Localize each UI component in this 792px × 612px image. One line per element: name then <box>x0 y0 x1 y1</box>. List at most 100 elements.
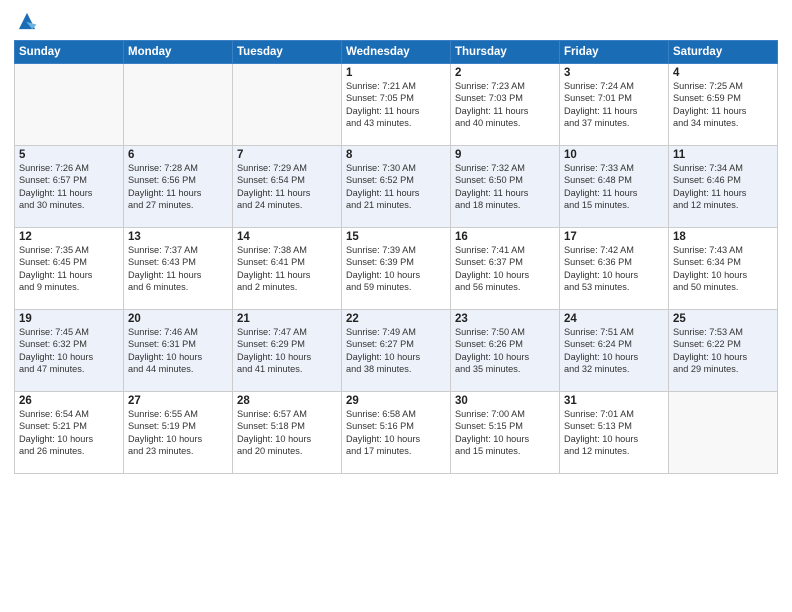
day-info: Sunrise: 7:46 AMSunset: 6:31 PMDaylight:… <box>128 326 228 376</box>
day-info: Sunrise: 7:29 AMSunset: 6:54 PMDaylight:… <box>237 162 337 212</box>
calendar-cell: 3Sunrise: 7:24 AMSunset: 7:01 PMDaylight… <box>560 64 669 146</box>
day-number: 16 <box>455 231 555 243</box>
day-header-wednesday: Wednesday <box>342 41 451 64</box>
calendar-cell: 12Sunrise: 7:35 AMSunset: 6:45 PMDayligh… <box>15 228 124 310</box>
day-info: Sunrise: 7:23 AMSunset: 7:03 PMDaylight:… <box>455 80 555 130</box>
day-number: 29 <box>346 395 446 407</box>
calendar-header-row: SundayMondayTuesdayWednesdayThursdayFrid… <box>15 41 778 64</box>
day-header-saturday: Saturday <box>669 41 778 64</box>
calendar-week-2: 5Sunrise: 7:26 AMSunset: 6:57 PMDaylight… <box>15 146 778 228</box>
day-number: 4 <box>673 67 773 79</box>
header <box>14 10 778 32</box>
calendar-cell: 26Sunrise: 6:54 AMSunset: 5:21 PMDayligh… <box>15 392 124 474</box>
page: SundayMondayTuesdayWednesdayThursdayFrid… <box>0 0 792 612</box>
calendar-cell: 27Sunrise: 6:55 AMSunset: 5:19 PMDayligh… <box>124 392 233 474</box>
day-info: Sunrise: 7:42 AMSunset: 6:36 PMDaylight:… <box>564 244 664 294</box>
day-info: Sunrise: 7:01 AMSunset: 5:13 PMDaylight:… <box>564 408 664 458</box>
calendar-cell: 8Sunrise: 7:30 AMSunset: 6:52 PMDaylight… <box>342 146 451 228</box>
calendar-cell: 16Sunrise: 7:41 AMSunset: 6:37 PMDayligh… <box>451 228 560 310</box>
day-info: Sunrise: 7:37 AMSunset: 6:43 PMDaylight:… <box>128 244 228 294</box>
calendar-cell: 28Sunrise: 6:57 AMSunset: 5:18 PMDayligh… <box>233 392 342 474</box>
day-info: Sunrise: 7:43 AMSunset: 6:34 PMDaylight:… <box>673 244 773 294</box>
day-number: 1 <box>346 67 446 79</box>
day-info: Sunrise: 7:26 AMSunset: 6:57 PMDaylight:… <box>19 162 119 212</box>
day-info: Sunrise: 7:30 AMSunset: 6:52 PMDaylight:… <box>346 162 446 212</box>
day-number: 23 <box>455 313 555 325</box>
day-number: 18 <box>673 231 773 243</box>
calendar-cell: 7Sunrise: 7:29 AMSunset: 6:54 PMDaylight… <box>233 146 342 228</box>
day-info: Sunrise: 7:28 AMSunset: 6:56 PMDaylight:… <box>128 162 228 212</box>
day-info: Sunrise: 7:53 AMSunset: 6:22 PMDaylight:… <box>673 326 773 376</box>
calendar-cell: 10Sunrise: 7:33 AMSunset: 6:48 PMDayligh… <box>560 146 669 228</box>
calendar-cell: 21Sunrise: 7:47 AMSunset: 6:29 PMDayligh… <box>233 310 342 392</box>
calendar-cell: 11Sunrise: 7:34 AMSunset: 6:46 PMDayligh… <box>669 146 778 228</box>
day-number: 19 <box>19 313 119 325</box>
day-number: 20 <box>128 313 228 325</box>
calendar-cell: 13Sunrise: 7:37 AMSunset: 6:43 PMDayligh… <box>124 228 233 310</box>
day-number: 3 <box>564 67 664 79</box>
day-number: 15 <box>346 231 446 243</box>
day-number: 28 <box>237 395 337 407</box>
day-number: 21 <box>237 313 337 325</box>
calendar-cell: 4Sunrise: 7:25 AMSunset: 6:59 PMDaylight… <box>669 64 778 146</box>
day-info: Sunrise: 7:41 AMSunset: 6:37 PMDaylight:… <box>455 244 555 294</box>
day-info: Sunrise: 7:50 AMSunset: 6:26 PMDaylight:… <box>455 326 555 376</box>
calendar-cell: 9Sunrise: 7:32 AMSunset: 6:50 PMDaylight… <box>451 146 560 228</box>
logo-icon <box>16 10 38 32</box>
calendar-cell <box>124 64 233 146</box>
calendar-cell <box>669 392 778 474</box>
day-info: Sunrise: 6:57 AMSunset: 5:18 PMDaylight:… <box>237 408 337 458</box>
day-header-monday: Monday <box>124 41 233 64</box>
calendar-cell: 22Sunrise: 7:49 AMSunset: 6:27 PMDayligh… <box>342 310 451 392</box>
calendar-cell <box>15 64 124 146</box>
day-number: 17 <box>564 231 664 243</box>
calendar-cell: 17Sunrise: 7:42 AMSunset: 6:36 PMDayligh… <box>560 228 669 310</box>
day-number: 7 <box>237 149 337 161</box>
calendar-cell: 1Sunrise: 7:21 AMSunset: 7:05 PMDaylight… <box>342 64 451 146</box>
day-info: Sunrise: 7:47 AMSunset: 6:29 PMDaylight:… <box>237 326 337 376</box>
day-number: 2 <box>455 67 555 79</box>
day-number: 5 <box>19 149 119 161</box>
calendar-week-1: 1Sunrise: 7:21 AMSunset: 7:05 PMDaylight… <box>15 64 778 146</box>
calendar-cell: 29Sunrise: 6:58 AMSunset: 5:16 PMDayligh… <box>342 392 451 474</box>
day-number: 24 <box>564 313 664 325</box>
day-info: Sunrise: 7:38 AMSunset: 6:41 PMDaylight:… <box>237 244 337 294</box>
day-info: Sunrise: 7:21 AMSunset: 7:05 PMDaylight:… <box>346 80 446 130</box>
calendar-cell: 31Sunrise: 7:01 AMSunset: 5:13 PMDayligh… <box>560 392 669 474</box>
day-info: Sunrise: 7:45 AMSunset: 6:32 PMDaylight:… <box>19 326 119 376</box>
day-info: Sunrise: 7:32 AMSunset: 6:50 PMDaylight:… <box>455 162 555 212</box>
day-info: Sunrise: 7:51 AMSunset: 6:24 PMDaylight:… <box>564 326 664 376</box>
calendar-cell: 5Sunrise: 7:26 AMSunset: 6:57 PMDaylight… <box>15 146 124 228</box>
calendar-cell: 19Sunrise: 7:45 AMSunset: 6:32 PMDayligh… <box>15 310 124 392</box>
calendar-week-4: 19Sunrise: 7:45 AMSunset: 6:32 PMDayligh… <box>15 310 778 392</box>
day-info: Sunrise: 6:54 AMSunset: 5:21 PMDaylight:… <box>19 408 119 458</box>
day-number: 14 <box>237 231 337 243</box>
calendar-cell: 18Sunrise: 7:43 AMSunset: 6:34 PMDayligh… <box>669 228 778 310</box>
calendar-cell: 30Sunrise: 7:00 AMSunset: 5:15 PMDayligh… <box>451 392 560 474</box>
day-info: Sunrise: 7:25 AMSunset: 6:59 PMDaylight:… <box>673 80 773 130</box>
day-info: Sunrise: 7:49 AMSunset: 6:27 PMDaylight:… <box>346 326 446 376</box>
day-number: 26 <box>19 395 119 407</box>
day-number: 31 <box>564 395 664 407</box>
calendar-cell: 24Sunrise: 7:51 AMSunset: 6:24 PMDayligh… <box>560 310 669 392</box>
day-number: 6 <box>128 149 228 161</box>
day-header-friday: Friday <box>560 41 669 64</box>
calendar-cell: 2Sunrise: 7:23 AMSunset: 7:03 PMDaylight… <box>451 64 560 146</box>
calendar-cell: 15Sunrise: 7:39 AMSunset: 6:39 PMDayligh… <box>342 228 451 310</box>
calendar-cell: 20Sunrise: 7:46 AMSunset: 6:31 PMDayligh… <box>124 310 233 392</box>
logo <box>14 14 38 32</box>
calendar-cell: 6Sunrise: 7:28 AMSunset: 6:56 PMDaylight… <box>124 146 233 228</box>
day-number: 9 <box>455 149 555 161</box>
day-number: 11 <box>673 149 773 161</box>
day-info: Sunrise: 6:58 AMSunset: 5:16 PMDaylight:… <box>346 408 446 458</box>
day-info: Sunrise: 7:34 AMSunset: 6:46 PMDaylight:… <box>673 162 773 212</box>
calendar-table: SundayMondayTuesdayWednesdayThursdayFrid… <box>14 40 778 474</box>
day-number: 27 <box>128 395 228 407</box>
calendar-week-3: 12Sunrise: 7:35 AMSunset: 6:45 PMDayligh… <box>15 228 778 310</box>
day-header-tuesday: Tuesday <box>233 41 342 64</box>
calendar-week-5: 26Sunrise: 6:54 AMSunset: 5:21 PMDayligh… <box>15 392 778 474</box>
calendar-cell: 23Sunrise: 7:50 AMSunset: 6:26 PMDayligh… <box>451 310 560 392</box>
calendar-cell <box>233 64 342 146</box>
day-info: Sunrise: 7:24 AMSunset: 7:01 PMDaylight:… <box>564 80 664 130</box>
day-number: 13 <box>128 231 228 243</box>
